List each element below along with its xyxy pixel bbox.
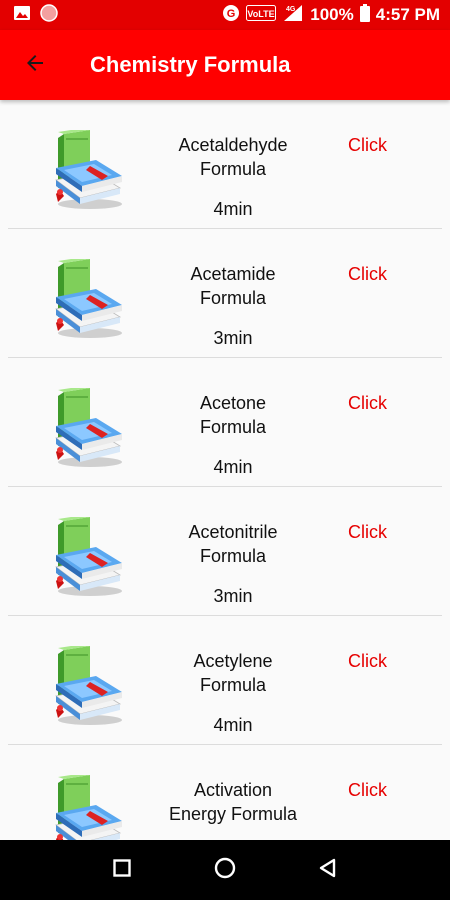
book-icon [50,386,126,468]
status-bar-left [14,3,58,27]
click-button[interactable]: Click [348,778,387,802]
data-saver-icon: G [222,4,240,27]
formula-name-line2: Formula [199,675,266,695]
svg-text:4G: 4G [286,6,296,13]
list-item[interactable]: Acetamide Formula Click 3min [8,229,442,358]
formula-name-line1: Acetone [199,393,267,413]
formula-name: Activation Energy Formula [148,778,318,826]
read-time: 4min [213,457,253,477]
app-bar: Chemistry Formula [0,30,450,100]
system-nav-bar [0,840,450,900]
click-button[interactable]: Click [348,520,387,544]
signal-icon: 4G [282,4,304,27]
formula-name-line2: Formula [199,288,266,308]
recent-apps-button[interactable] [102,850,142,890]
formula-name-line1: Activation [193,780,273,800]
formula-name: Acetone Formula [148,391,318,439]
list-item[interactable]: Activation Energy Formula Click [8,745,442,840]
formula-name: Acetamide Formula [148,262,318,310]
clock: 4:57 PM [375,5,440,24]
formula-name: Acetonitrile Formula [148,520,318,568]
list-item[interactable]: Acetaldehyde Formula Click 4min [8,100,442,229]
list-item[interactable]: Acetylene Formula Click 4min [8,616,442,745]
click-button[interactable]: Click [348,391,387,415]
click-button[interactable]: Click [348,133,387,157]
image-icon [14,5,30,25]
book-icon [50,128,126,210]
click-button[interactable]: Click [348,649,387,673]
formula-name-line1: Acetonitrile [188,522,278,542]
battery-icon [359,3,370,27]
book-icon [50,644,126,726]
read-time: 3min [213,586,253,606]
formula-name: Acetaldehyde Formula [148,133,318,181]
home-icon [214,857,236,884]
formula-name-line2: Energy Formula [168,804,298,824]
svg-text:VoLTE: VoLTE [248,9,275,19]
formula-name: Acetylene Formula [148,649,318,697]
formula-list: Acetaldehyde Formula Click 4min Acetamid… [0,100,450,840]
list-item[interactable]: Acetone Formula Click 4min [8,358,442,487]
status-bar-right: G VoLTE 4G 100% 4:57 PM [222,3,440,27]
back-button[interactable] [0,30,70,100]
read-time: 4min [213,199,253,219]
book-icon [50,773,126,840]
book-icon [50,515,126,597]
system-back-button[interactable] [308,850,348,890]
formula-name-line2: Formula [199,546,266,566]
click-button[interactable]: Click [348,262,387,286]
list-item[interactable]: Acetonitrile Formula Click 3min [8,487,442,616]
home-button[interactable] [205,850,245,890]
book-icon [50,257,126,339]
read-time: 3min [213,328,253,348]
volte-icon: VoLTE [246,4,277,26]
battery-percent: 100% [310,5,354,24]
formula-name-line1: Acetamide [190,264,276,284]
arrow-left-icon [23,51,47,80]
recent-apps-icon [112,858,131,882]
formula-name-line1: Acetylene [193,651,273,671]
page-title: Chemistry Formula [90,52,291,77]
formula-name-line2: Formula [199,159,266,179]
record-icon [40,3,58,27]
formula-name-line1: Acetaldehyde [178,135,288,155]
status-bar: G VoLTE 4G 100% 4:57 PM [0,0,450,30]
formula-name-line2: Formula [199,417,266,437]
back-triangle-icon [318,858,338,883]
svg-text:G: G [227,8,236,20]
read-time: 4min [213,715,253,735]
